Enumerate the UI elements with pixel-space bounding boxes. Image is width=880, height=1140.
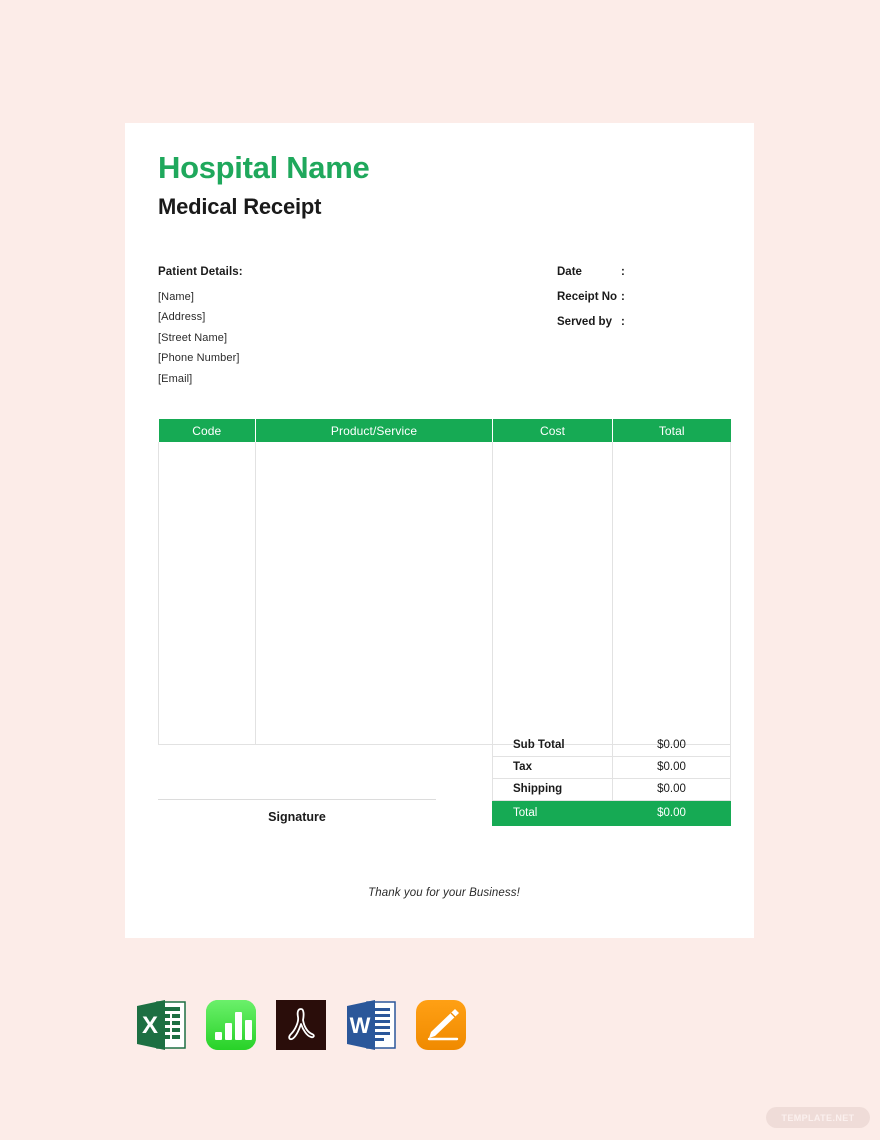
- patient-details-block: Patient Details: [Name] [Address] [Stree…: [158, 266, 418, 389]
- page-root: Hospital Name Medical Receipt Patient De…: [0, 0, 880, 1140]
- thank-you-note: Thank you for your Business!: [368, 887, 520, 899]
- signature-label: Signature: [268, 810, 326, 824]
- tax-value[interactable]: $0.00: [612, 756, 731, 779]
- shipping-value[interactable]: $0.00: [612, 778, 731, 801]
- grand-total-value[interactable]: $0.00: [612, 800, 731, 826]
- receipt-meta-block: Date : Receipt No : Served by :: [557, 266, 747, 341]
- svg-text:W: W: [350, 1013, 371, 1038]
- patient-address: [Address]: [158, 311, 206, 324]
- meta-row-receipt-no: Receipt No :: [557, 291, 747, 314]
- receipt-content: Hospital Name Medical Receipt Patient De…: [158, 123, 731, 938]
- items-table-head: Code Product/Service Cost Total: [158, 419, 731, 442]
- patient-email: [Email]: [158, 372, 193, 385]
- column-header-total: Total: [612, 419, 731, 442]
- meta-row-date: Date :: [557, 266, 747, 289]
- table-row: [158, 442, 731, 745]
- watermark-badge: TEMPLATE.NET: [766, 1107, 870, 1128]
- items-table: Code Product/Service Cost Total: [158, 419, 731, 745]
- tax-label: Tax: [492, 756, 613, 779]
- summary-table: Sub Total $0.00 Tax $0.00 Shipping $0.00…: [492, 734, 731, 826]
- column-header-code: Code: [158, 419, 256, 442]
- receipt-card: Hospital Name Medical Receipt Patient De…: [125, 123, 754, 938]
- receipt-no-label: Receipt No: [557, 291, 618, 303]
- format-icons: X W: [133, 996, 469, 1054]
- items-table-header-row: Code Product/Service Cost Total: [158, 419, 731, 442]
- patient-name: [Name]: [158, 291, 195, 303]
- cell-code[interactable]: [158, 442, 256, 745]
- summary-row-sub-total: Sub Total $0.00: [492, 734, 731, 757]
- items-table-body: [158, 442, 731, 745]
- numbers-icon[interactable]: [203, 996, 259, 1054]
- patient-phone: [Phone Number]: [158, 352, 240, 365]
- cell-cost[interactable]: [492, 442, 613, 745]
- summary-table-body: Sub Total $0.00 Tax $0.00 Shipping $0.00…: [492, 734, 731, 826]
- column-header-cost: Cost: [492, 419, 613, 442]
- date-colon: :: [621, 266, 625, 278]
- receipt-no-colon: :: [621, 291, 625, 303]
- svg-text:X: X: [142, 1012, 158, 1039]
- word-icon[interactable]: W: [343, 996, 399, 1054]
- pages-icon[interactable]: [413, 996, 469, 1054]
- summary-row-shipping: Shipping $0.00: [492, 778, 731, 801]
- meta-row-served-by: Served by :: [557, 316, 747, 339]
- patient-street: [Street Name]: [158, 331, 228, 344]
- page-title: Medical Receipt: [158, 194, 322, 219]
- shipping-label: Shipping: [492, 778, 613, 801]
- served-by-colon: :: [621, 316, 625, 328]
- patient-details-heading: Patient Details:: [158, 266, 243, 278]
- column-header-product-service: Product/Service: [255, 419, 493, 442]
- cell-product-service[interactable]: [255, 442, 493, 745]
- date-label: Date: [557, 266, 582, 278]
- summary-row-grand-total: Total $0.00: [492, 800, 731, 826]
- cell-total[interactable]: [612, 442, 731, 745]
- watermark-text: TEMPLATE.NET: [781, 1112, 855, 1123]
- summary-row-tax: Tax $0.00: [492, 756, 731, 779]
- excel-icon[interactable]: X: [133, 996, 189, 1054]
- served-by-label: Served by: [557, 316, 612, 328]
- sub-total-value[interactable]: $0.00: [612, 734, 731, 757]
- hospital-name: Hospital Name: [158, 150, 370, 185]
- sub-total-label: Sub Total: [492, 734, 613, 757]
- signature-line: [158, 799, 436, 800]
- grand-total-label: Total: [492, 800, 613, 826]
- pdf-icon[interactable]: [273, 996, 329, 1054]
